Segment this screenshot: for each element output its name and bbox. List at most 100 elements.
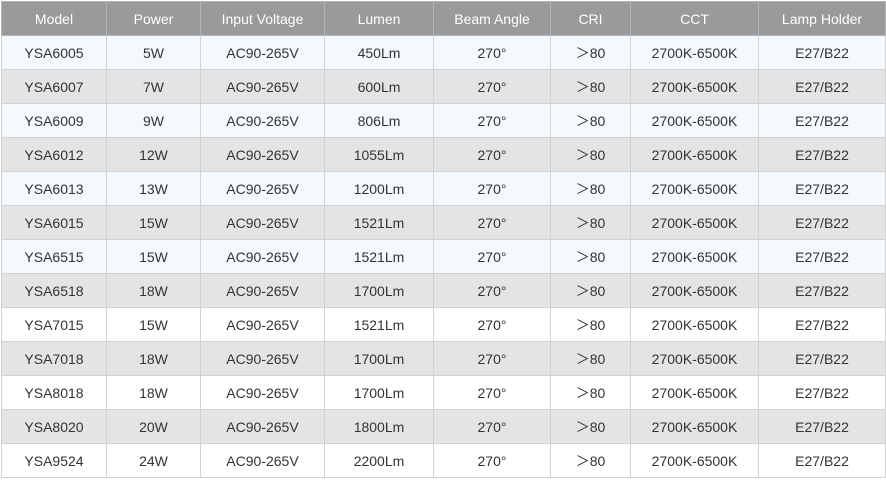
cell-beam-angle: 270° (433, 409, 551, 444)
cell-input-voltage: AC90-265V (200, 375, 325, 410)
cell-input-voltage: AC90-265V (200, 35, 325, 70)
header-power: Power (106, 1, 201, 36)
cell-lamp-holder: E27/B22 (758, 171, 886, 206)
table-row: YSA6515 15W AC90-265V 1521Lm 270° ＞80 2700K-65… (1, 239, 886, 274)
cell-lamp-holder: E27/B22 (758, 273, 886, 308)
cell-lumen: 1521Lm (324, 205, 434, 240)
cell-cct: 2700K-6500K (630, 35, 759, 70)
cell-cri: ＞80 (550, 443, 631, 478)
cell-beam-angle: 270° (433, 443, 551, 478)
cell-cri: ＞80 (550, 375, 631, 410)
cell-cct: 2700K-6500K (630, 69, 759, 104)
cell-model: YSA8020 (1, 409, 107, 444)
cell-lamp-holder: E27/B22 (758, 409, 886, 444)
cell-input-voltage: AC90-265V (200, 103, 325, 138)
cell-lamp-holder: E27/B22 (758, 69, 886, 104)
cell-lumen: 1700Lm (324, 273, 434, 308)
cell-cct: 2700K-6500K (630, 137, 759, 172)
cell-cct: 2700K-6500K (630, 375, 759, 410)
cell-input-voltage: AC90-265V (200, 307, 325, 342)
cell-beam-angle: 270° (433, 137, 551, 172)
cell-lumen: 1700Lm (324, 341, 434, 376)
cell-lumen: 806Lm (324, 103, 434, 138)
cell-beam-angle: 270° (433, 341, 551, 376)
cell-lamp-holder: E27/B22 (758, 205, 886, 240)
cell-beam-angle: 270° (433, 69, 551, 104)
header-lumen: Lumen (324, 1, 434, 36)
cell-model: YSA6515 (1, 239, 107, 274)
cell-model: YSA8018 (1, 375, 107, 410)
cell-lumen: 2200Lm (324, 443, 434, 478)
cell-cct: 2700K-6500K (630, 171, 759, 206)
cell-lumen: 1521Lm (324, 307, 434, 342)
cell-model: YSA6005 (1, 35, 107, 70)
table-row: YSA6005 5W AC90-265V 450Lm 270° ＞80 2700K-6500… (1, 35, 886, 70)
cell-input-voltage: AC90-265V (200, 69, 325, 104)
cell-cri: ＞80 (550, 307, 631, 342)
cell-beam-angle: 270° (433, 103, 551, 138)
header-input-voltage: Input Voltage (200, 1, 325, 36)
cell-beam-angle: 270° (433, 35, 551, 70)
cell-beam-angle: 270° (433, 273, 551, 308)
cell-lamp-holder: E27/B22 (758, 341, 886, 376)
cell-power: 5W (106, 35, 201, 70)
cell-beam-angle: 270° (433, 307, 551, 342)
cell-power: 9W (106, 103, 201, 138)
cell-model: YSA6518 (1, 273, 107, 308)
cell-cct: 2700K-6500K (630, 409, 759, 444)
table-row: YSA8018 18W AC90-265V 1700Lm 270° ＞80 2700K-65… (1, 375, 886, 410)
cell-cri: ＞80 (550, 273, 631, 308)
cell-input-voltage: AC90-265V (200, 137, 325, 172)
table-row: YSA6015 15W AC90-265V 1521Lm 270° ＞80 2700K-65… (1, 205, 886, 240)
cell-lamp-holder: E27/B22 (758, 103, 886, 138)
cell-lumen: 1200Lm (324, 171, 434, 206)
cell-power: 15W (106, 239, 201, 274)
cell-cct: 2700K-6500K (630, 341, 759, 376)
cell-input-voltage: AC90-265V (200, 171, 325, 206)
cell-beam-angle: 270° (433, 205, 551, 240)
cell-input-voltage: AC90-265V (200, 205, 325, 240)
cell-lumen: 1800Lm (324, 409, 434, 444)
header-cct: CCT (630, 1, 759, 36)
cell-lamp-holder: E27/B22 (758, 443, 886, 478)
cell-lumen: 1055Lm (324, 137, 434, 172)
cell-lamp-holder: E27/B22 (758, 239, 886, 274)
cell-power: 18W (106, 341, 201, 376)
cell-input-voltage: AC90-265V (200, 273, 325, 308)
table-row: YSA6009 9W AC90-265V 806Lm 270° ＞80 2700K-6500… (1, 103, 886, 138)
table-row: YSA6007 7W AC90-265V 600Lm 270° ＞80 2700K-6500… (1, 69, 886, 104)
cell-power: 24W (106, 443, 201, 478)
cell-cct: 2700K-6500K (630, 205, 759, 240)
cell-cri: ＞80 (550, 239, 631, 274)
cell-lumen: 1700Lm (324, 375, 434, 410)
table-row: YSA6012 12W AC90-265V 1055Lm 270° ＞80 2700K-65… (1, 137, 886, 172)
cell-lamp-holder: E27/B22 (758, 35, 886, 70)
cell-cri: ＞80 (550, 137, 631, 172)
cell-cct: 2700K-6500K (630, 273, 759, 308)
cell-model: YSA9524 (1, 443, 107, 478)
table-row: YSA8020 20W AC90-265V 1800Lm 270° ＞80 2700K-65… (1, 409, 886, 444)
cell-model: YSA7018 (1, 341, 107, 376)
cell-input-voltage: AC90-265V (200, 409, 325, 444)
cell-cct: 2700K-6500K (630, 239, 759, 274)
table-row: YSA7018 18W AC90-265V 1700Lm 270° ＞80 2700K-65… (1, 341, 886, 376)
cell-lamp-holder: E27/B22 (758, 307, 886, 342)
header-row: Model Power Input Voltage Lumen Beam Ang… (1, 1, 886, 36)
cell-lamp-holder: E27/B22 (758, 375, 886, 410)
cell-cri: ＞80 (550, 409, 631, 444)
cell-power: 12W (106, 137, 201, 172)
spec-table: Model Power Input Voltage Lumen Beam Ang… (1, 1, 886, 478)
cell-cri: ＞80 (550, 69, 631, 104)
cell-power: 18W (106, 375, 201, 410)
cell-input-voltage: AC90-265V (200, 443, 325, 478)
cell-model: YSA6012 (1, 137, 107, 172)
cell-power: 15W (106, 307, 201, 342)
cell-power: 15W (106, 205, 201, 240)
cell-cri: ＞80 (550, 103, 631, 138)
cell-model: YSA6013 (1, 171, 107, 206)
table-header: Model Power Input Voltage Lumen Beam Ang… (1, 1, 886, 36)
cell-cri: ＞80 (550, 341, 631, 376)
table-row: YSA6013 13W AC90-265V 1200Lm 270° ＞80 2700K-65… (1, 171, 886, 206)
cell-lumen: 1521Lm (324, 239, 434, 274)
cell-beam-angle: 270° (433, 375, 551, 410)
